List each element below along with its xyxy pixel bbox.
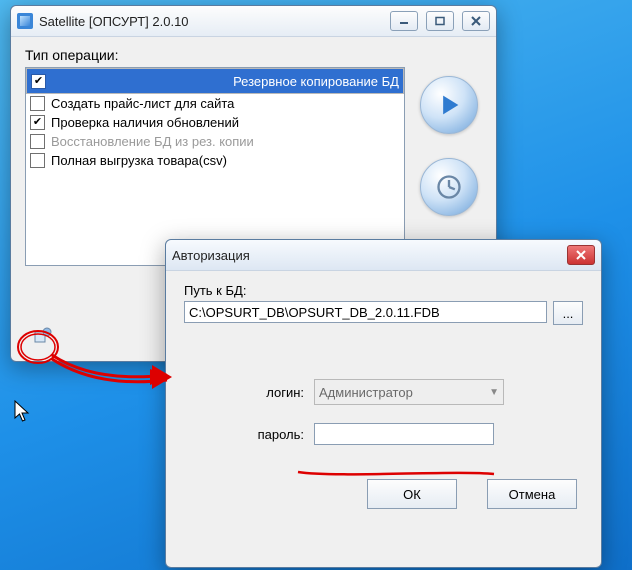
- maximize-button[interactable]: [426, 11, 454, 31]
- run-button[interactable]: [420, 76, 478, 134]
- operation-checkbox[interactable]: [30, 115, 45, 130]
- db-path-input[interactable]: [184, 301, 547, 323]
- ok-button[interactable]: ОК: [367, 479, 457, 509]
- settings-icon[interactable]: [33, 326, 53, 346]
- operation-item-2[interactable]: Проверка наличия обновлений: [26, 113, 404, 132]
- minimize-button[interactable]: [390, 11, 418, 31]
- auth-dialog: Авторизация Путь к БД: ... логин: Админи…: [165, 239, 602, 568]
- operation-label: Проверка наличия обновлений: [51, 115, 239, 130]
- operation-label: Резервное копирование БД: [233, 74, 399, 89]
- mouse-cursor-icon: [14, 400, 32, 424]
- auth-title: Авторизация: [172, 248, 567, 263]
- satellite-titlebar[interactable]: Satellite [ОПСУРТ] 2.0.10: [11, 6, 496, 37]
- login-value: Администратор: [319, 385, 413, 400]
- cancel-button[interactable]: Отмена: [487, 479, 577, 509]
- operation-item-3: Восстановление БД из рез. копии: [26, 132, 404, 151]
- operation-label: Восстановление БД из рез. копии: [51, 134, 254, 149]
- auth-titlebar[interactable]: Авторизация: [166, 240, 601, 271]
- password-input[interactable]: [314, 423, 494, 445]
- operation-list[interactable]: Резервное копирование БД Создать прайс-ли…: [25, 67, 405, 266]
- satellite-title: Satellite [ОПСУРТ] 2.0.10: [39, 14, 390, 29]
- play-icon: [435, 91, 463, 119]
- login-select[interactable]: Администратор ▼: [314, 379, 504, 405]
- operation-label: Полная выгрузка товара(csv): [51, 153, 227, 168]
- schedule-button[interactable]: [420, 158, 478, 216]
- login-label: логин:: [184, 385, 304, 400]
- operation-type-label: Тип операции:: [25, 47, 482, 63]
- clock-icon: [435, 173, 463, 201]
- operation-checkbox[interactable]: [30, 153, 45, 168]
- operation-item-4[interactable]: Полная выгрузка товара(csv): [26, 151, 404, 170]
- operation-label: Создать прайс-лист для сайта: [51, 96, 234, 111]
- password-label: пароль:: [184, 427, 304, 442]
- operation-item-1[interactable]: Создать прайс-лист для сайта: [26, 94, 404, 113]
- auth-close-button[interactable]: [567, 245, 595, 265]
- operation-checkbox[interactable]: [31, 74, 46, 89]
- app-icon: [17, 13, 33, 29]
- browse-button[interactable]: ...: [553, 301, 583, 325]
- operation-item-0[interactable]: Резервное копирование БД: [26, 68, 404, 94]
- chevron-down-icon: ▼: [489, 387, 499, 398]
- operation-checkbox: [30, 134, 45, 149]
- operation-checkbox[interactable]: [30, 96, 45, 111]
- close-button[interactable]: [462, 11, 490, 31]
- db-path-label: Путь к БД:: [184, 283, 583, 298]
